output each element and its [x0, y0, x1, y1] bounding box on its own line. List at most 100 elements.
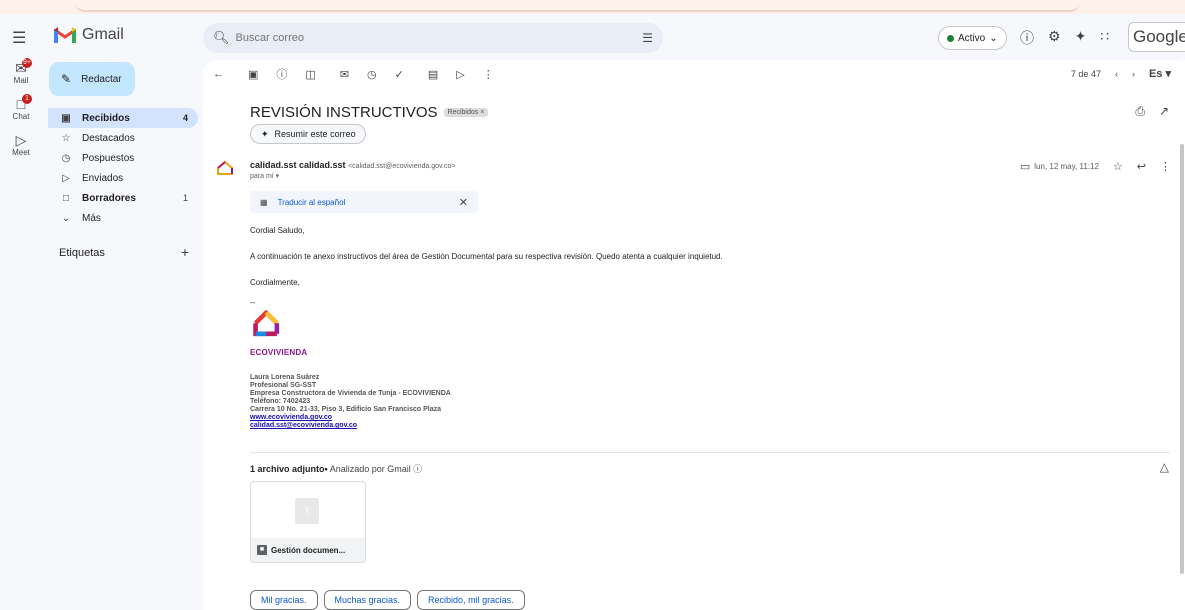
ecovivienda-logo [253, 310, 280, 337]
smart-replies: Mil gracias. Muchas gracias. Recibido, m… [250, 590, 525, 610]
reply-icon[interactable]: ↩ [1137, 160, 1146, 173]
add-label-icon[interactable]: + [181, 244, 189, 260]
signature-web-link[interactable]: www.ecovivienda.gov.co [250, 414, 451, 422]
sidebar-item-label: Más [82, 212, 101, 224]
sparkle-icon: ✦ [261, 128, 269, 139]
translate-bar: ▦ Traducir al español ✕ [250, 191, 478, 213]
open-new-window-icon[interactable]: ↗ [1159, 104, 1169, 119]
recipients-toggle[interactable]: para mí ▾ [250, 172, 279, 180]
star-icon[interactable]: ☆ [1113, 160, 1123, 173]
status-dot-icon [947, 34, 954, 42]
draft-icon: □ [62, 192, 70, 204]
rail-item-mail[interactable]: ✉ 9+ Mail [0, 58, 42, 90]
info-icon[interactable]: ⓘ [413, 464, 422, 474]
search-input[interactable] [235, 32, 643, 44]
sparkle-icon[interactable]: ✦ [1075, 28, 1087, 48]
smart-reply-chip[interactable]: Mil gracias. [250, 590, 318, 610]
apps-grid-icon[interactable]: ∷ [1100, 28, 1109, 48]
attachments-header: 1 archivo adjunto• Analizado por Gmail ⓘ [250, 462, 422, 475]
input-language-button[interactable]: Es ▾ [1149, 67, 1171, 80]
back-arrow-icon[interactable]: ← [213, 68, 224, 80]
help-icon[interactable]: ⓘ [1020, 28, 1034, 48]
prev-icon[interactable]: ‹ [1115, 69, 1118, 79]
sidebar-item-enviados[interactable]: ▷ Enviados [48, 168, 198, 188]
sidebar-item-recibidos[interactable]: ▣ Recibidos 4 [48, 108, 198, 128]
email-subject: REVISIÓN INSTRUCTIVOS [250, 104, 438, 121]
gmail-logo[interactable]: Gmail [54, 26, 124, 44]
rail-item-meet[interactable]: ▷ Meet [0, 132, 42, 162]
message-date: lun, 12 may, 11:12 [1034, 162, 1099, 171]
label-tag-icon: ▭ [1019, 161, 1031, 173]
more-vert-icon[interactable]: ⋮ [483, 68, 494, 81]
rail-label: Chat [12, 112, 30, 121]
gear-icon[interactable]: ⚙ [1048, 28, 1061, 48]
snooze-icon[interactable]: ◷ [367, 68, 377, 81]
file-thumbnail-icon: ! [295, 498, 319, 524]
translate-link[interactable]: Traducir al español [278, 198, 346, 207]
trash-icon[interactable]: ◫ [305, 68, 315, 81]
signature-separator: -- [250, 298, 256, 307]
signature-name: Laura Lorena Suárez [250, 374, 320, 381]
move-to-icon[interactable]: ▤ [428, 68, 438, 81]
search-icon[interactable]: 🔍︎ [213, 30, 230, 46]
smart-reply-chip[interactable]: Recibido, mil gracias. [417, 590, 525, 610]
sender-line: calidad.sst calidad.sst <calidad.sst@eco… [250, 160, 455, 170]
pencil-icon: ✎ [61, 72, 72, 86]
labels-title: Etiquetas [59, 247, 105, 259]
signature-email-link[interactable]: calidad.sst@ecovivienda.gov.co [250, 422, 451, 430]
mark-unread-icon[interactable]: ✉ [340, 68, 349, 81]
summarize-button[interactable]: ✦ Resumir este correo [250, 124, 366, 144]
add-task-icon[interactable]: ✓ [395, 68, 404, 81]
subject-row: REVISIÓN INSTRUCTIVOS Recibidos × [250, 104, 489, 121]
sidebar-nav: ▣ Recibidos 4 ☆ Destacados ◷ Pospuestos … [48, 108, 198, 228]
sidebar-item-count: 4 [182, 113, 188, 123]
search-bar[interactable]: 🔍︎ ☰ [203, 23, 663, 53]
clock-icon: ◷ [61, 152, 71, 164]
menu-icon[interactable]: ☰ [12, 28, 26, 48]
language-label: Es [1148, 68, 1163, 80]
close-icon[interactable]: ✕ [459, 196, 468, 209]
more-vert-icon[interactable]: ⋮ [1160, 160, 1171, 173]
status-button[interactable]: Activo ⌄ [938, 26, 1007, 50]
smart-reply-chip[interactable]: Muchas gracias. [323, 590, 412, 610]
status-label: Activo [958, 32, 986, 44]
report-spam-icon[interactable]: ⓘ [276, 66, 287, 82]
label-icon[interactable]: ▷ [456, 68, 464, 81]
compose-button[interactable]: ✎ Redactar [49, 62, 135, 96]
rail-item-chat[interactable]: □ 1 Chat [0, 94, 42, 126]
body-paragraph: A continuación te anexo instructivos del… [250, 252, 723, 261]
archive-icon[interactable]: ▣ [248, 68, 258, 81]
attachment-card[interactable]: ! ■ Gestión documen... [250, 481, 366, 563]
message-pane: ← ▣ ⓘ ◫ ✉ ◷ ✓ ▤ ▷ ⋮ 7 de 47 ‹ › Es ▾ REV… [203, 60, 1185, 610]
search-options-icon[interactable]: ☰ [642, 31, 653, 45]
scrollbar[interactable] [1179, 60, 1185, 574]
inbox-icon: ▣ [61, 112, 71, 124]
google-account-button[interactable]: Google [1128, 22, 1185, 52]
add-to-drive-icon[interactable]: △ [1160, 460, 1169, 474]
app-name: Gmail [82, 26, 124, 43]
signature-brand: ECOVIVIENDA [250, 348, 308, 357]
attachments-count: 1 archivo adjunto [250, 464, 325, 474]
sidebar-item-label: Borradores [82, 192, 136, 204]
inbox-label-chip[interactable]: Recibidos × [443, 108, 489, 117]
subject-tools: ⎙ ↗ [1135, 104, 1169, 119]
sidebar-item-label: Pospuestos [82, 152, 135, 164]
sender-name[interactable]: calidad.sst calidad.sst [250, 160, 346, 170]
pager: 7 de 47 ‹ › Es ▾ [1071, 67, 1171, 80]
sidebar-item-destacados[interactable]: ☆ Destacados [48, 128, 198, 148]
signature-phone: Teléfono: 7402423 [250, 398, 311, 405]
top-strip [0, 0, 1185, 14]
signature-address: Carrera 10 No. 21-33, Piso 3, Edificio S… [250, 406, 442, 413]
sidebar-item-mas[interactable]: ⌄ Más [48, 208, 198, 228]
sender-avatar[interactable] [216, 160, 234, 178]
scrollbar-thumb[interactable] [1180, 144, 1184, 574]
divider [250, 452, 1170, 453]
attachments-separator: • [324, 464, 328, 474]
signature-block: Laura Lorena Suárez Profesional SG-SST E… [250, 374, 451, 430]
next-icon[interactable]: › [1132, 69, 1135, 79]
print-icon[interactable]: ⎙ [1135, 104, 1145, 119]
sidebar-item-pospuestos[interactable]: ◷ Pospuestos [48, 148, 198, 168]
sidebar-item-label: Destacados [82, 132, 135, 144]
sidebar-item-borradores[interactable]: □ Borradores 1 [48, 188, 198, 208]
rail-badge: 9+ [22, 58, 32, 68]
